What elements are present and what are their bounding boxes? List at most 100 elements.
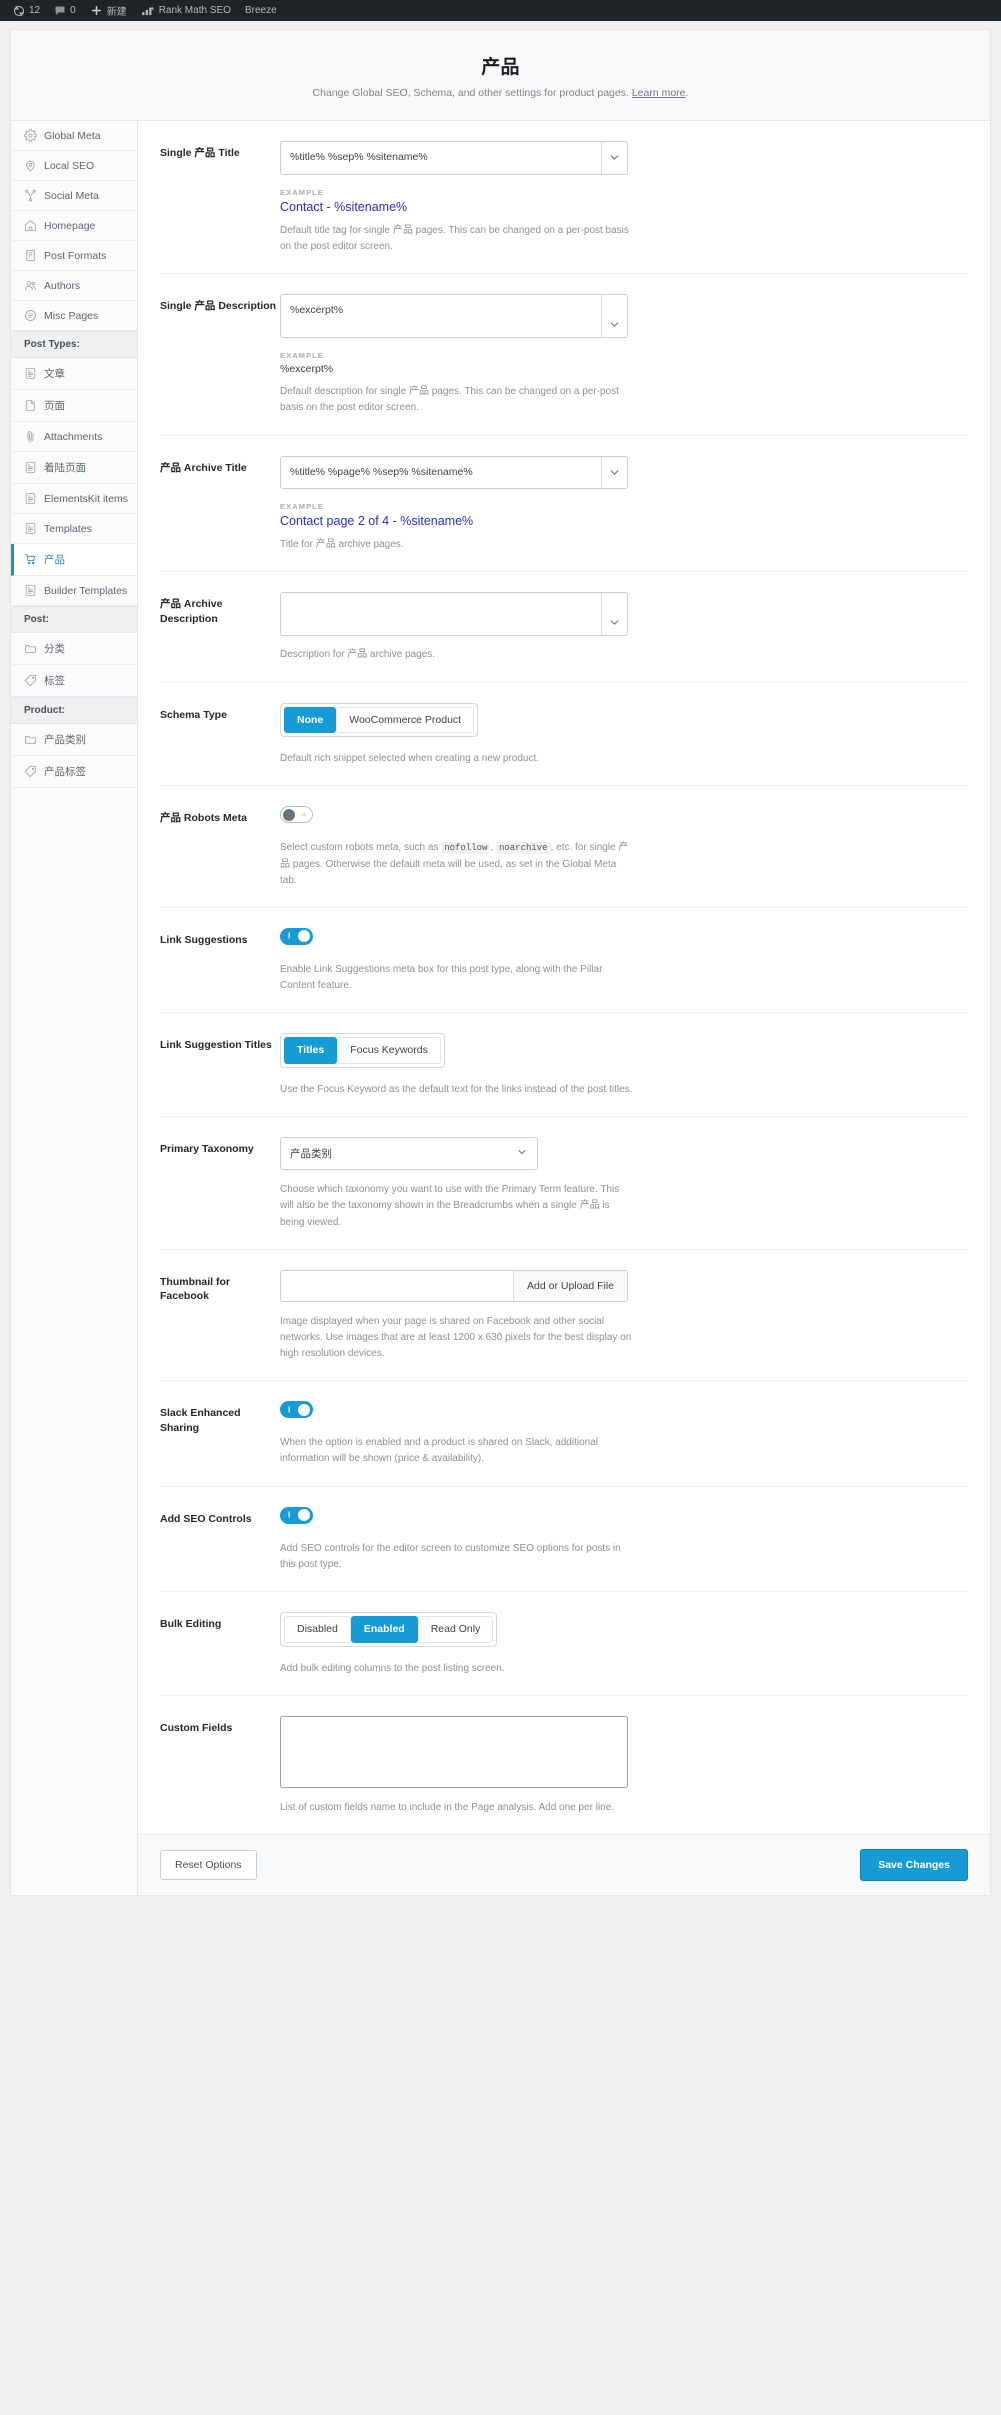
field-single-title: Single 产品 Title %title% %sep% %sitename%… — [160, 121, 968, 275]
sidebar-item-authors[interactable]: Authors — [11, 271, 137, 301]
adminbar-rank-math[interactable]: Rank Math SEO — [134, 0, 238, 21]
field-description: Default rich snippet selected when creat… — [280, 753, 540, 765]
save-changes-button[interactable]: Save Changes — [860, 1848, 968, 1881]
schema-type-segmented: None WooCommerce Product — [280, 702, 479, 738]
map-pin-icon — [24, 159, 37, 172]
custom-fields-textarea[interactable] — [280, 1715, 628, 1788]
sidebar-item-builder-templates[interactable]: Builder Templates — [11, 576, 137, 606]
sidebar-item-posts[interactable]: 文章 — [11, 358, 137, 390]
sidebar-item-label: Global Meta — [44, 129, 101, 142]
bulk-editing-option-disabled[interactable]: Disabled — [284, 1616, 351, 1643]
example-value: Contact - %sitename% — [280, 199, 408, 214]
adminbar-comments[interactable]: 0 — [47, 0, 83, 21]
link-suggestions-toggle[interactable]: I — [280, 927, 313, 945]
single-title-input-group[interactable]: %title% %sep% %sitename% — [280, 141, 628, 175]
sidebar-item-post-formats[interactable]: Post Formats — [11, 241, 137, 271]
plus-icon — [90, 4, 103, 17]
slack-sharing-toggle[interactable]: I — [280, 1401, 313, 1419]
field-description: Use the Focus Keyword as the default tex… — [280, 1083, 633, 1095]
archive-description-input-group[interactable] — [280, 592, 628, 637]
adminbar-updates[interactable]: 12 — [6, 0, 47, 21]
example-label: EXAMPLE — [280, 351, 324, 361]
field-label: Slack Enhanced Sharing — [160, 1407, 241, 1434]
field-description: Default title tag for single 产品 pages. T… — [280, 224, 629, 252]
seo-controls-toggle[interactable]: I — [280, 1506, 313, 1524]
sidebar-item-label: Authors — [44, 279, 81, 292]
thumbnail-upload-group: Add or Upload File — [280, 1269, 628, 1302]
bulk-editing-option-read-only[interactable]: Read Only — [417, 1616, 494, 1643]
page-header: 产品 Change Global SEO, Schema, and other … — [11, 30, 990, 121]
sidebar-item-landing-pages[interactable]: 着陆页面 — [11, 452, 137, 484]
field-label: Schema Type — [160, 708, 227, 721]
sidebar-item-label: 文章 — [44, 368, 65, 380]
link-suggestion-option-focus-keywords[interactable]: Focus Keywords — [337, 1037, 441, 1064]
learn-more-link[interactable]: Learn more — [632, 87, 686, 99]
share-nodes-icon — [24, 189, 37, 202]
toggle-mark-on-icon: I — [288, 931, 291, 941]
field-description: Description for 产品 archive pages. — [280, 649, 436, 661]
link-suggestion-option-titles[interactable]: Titles — [284, 1037, 338, 1064]
desc-part-1: Select custom robots meta, such as — [280, 842, 442, 854]
field-link-suggestion-titles: Link Suggestion Titles Titles Focus Keyw… — [160, 1013, 968, 1118]
field-archive-title: 产品 Archive Title %title% %page% %sep% %s… — [160, 436, 968, 573]
schema-type-option-none[interactable]: None — [284, 706, 337, 734]
variable-chevron-down-icon[interactable] — [601, 295, 627, 338]
settings-main: Single 产品 Title %title% %sep% %sitename%… — [138, 121, 990, 1895]
thumbnail-url-input[interactable] — [281, 1271, 513, 1301]
comment-bubble-icon — [54, 5, 66, 17]
code-noarchive: noarchive — [495, 842, 551, 855]
archive-title-input-group[interactable]: %title% %page% %sep% %sitename% — [280, 455, 628, 490]
sidebar-item-social-meta[interactable]: Social Meta — [11, 181, 137, 211]
sidebar-item-product-tags[interactable]: 产品标签 — [11, 756, 137, 788]
sidebar-item-templates[interactable]: Templates — [11, 514, 137, 544]
archive-title-input[interactable]: %title% %page% %sep% %sitename% — [281, 457, 601, 489]
sidebar-item-misc-pages[interactable]: Misc Pages — [11, 301, 137, 331]
page-title: 产品 — [481, 57, 520, 78]
field-primary-taxonomy: Primary Taxonomy 产品类别 Choose which taxon… — [160, 1117, 968, 1250]
toggle-knob — [298, 930, 310, 943]
primary-taxonomy-select[interactable]: 产品类别 — [280, 1137, 538, 1171]
variable-chevron-down-icon[interactable] — [601, 142, 627, 174]
single-description-input-group[interactable]: %excerpt% — [280, 294, 628, 339]
sidebar-item-elementskit-items[interactable]: ElementsKit items — [11, 484, 137, 514]
home-icon — [24, 219, 37, 232]
bulk-editing-option-enabled[interactable]: Enabled — [350, 1616, 418, 1643]
field-description: When the option is enabled and a product… — [280, 1437, 598, 1465]
single-title-input[interactable]: %title% %sep% %sitename% — [281, 142, 601, 174]
sidebar-item-label: 产品 — [44, 554, 65, 566]
schema-type-option-woocommerce-product[interactable]: WooCommerce Product — [336, 706, 475, 734]
sidebar-item-homepage[interactable]: Homepage — [11, 211, 137, 241]
page-icon — [24, 399, 37, 412]
field-description: Choose which taxonomy you want to use wi… — [280, 1184, 620, 1228]
sidebar-group-post: Post: — [11, 606, 137, 633]
sidebar-item-pages[interactable]: 页面 — [11, 390, 137, 422]
post-icon — [24, 522, 37, 535]
sidebar-item-tags[interactable]: 标签 — [11, 665, 137, 697]
adminbar-new-content[interactable]: 新建 — [83, 0, 134, 21]
reset-options-button[interactable]: Reset Options — [160, 1849, 257, 1880]
adminbar-breeze[interactable]: Breeze — [238, 0, 284, 21]
single-description-input[interactable]: %excerpt% — [281, 295, 601, 337]
sidebar-item-local-seo[interactable]: Local SEO — [11, 151, 137, 181]
sidebar-item-attachments[interactable]: Attachments — [11, 422, 137, 452]
variable-chevron-down-icon[interactable] — [601, 456, 627, 489]
field-description: Default description for single 产品 pages.… — [280, 386, 619, 414]
page-subtitle: Change Global SEO, Schema, and other set… — [21, 87, 980, 99]
variable-chevron-down-icon[interactable] — [601, 593, 627, 636]
sidebar-item-label: Social Meta — [44, 189, 99, 202]
sidebar-item-categories[interactable]: 分类 — [11, 633, 137, 665]
archive-description-input[interactable] — [281, 593, 601, 635]
field-label: Bulk Editing — [160, 1618, 222, 1630]
field-bulk-editing: Bulk Editing Disabled Enabled Read Only … — [160, 1592, 968, 1696]
field-label: Custom Fields — [160, 1721, 233, 1734]
sidebar-item-products[interactable]: 产品 — [11, 544, 137, 576]
add-or-upload-file-button[interactable]: Add or Upload File — [513, 1270, 627, 1301]
sidebar-item-label: Templates — [44, 522, 92, 535]
primary-taxonomy-selected-value: 产品类别 — [290, 1148, 332, 1161]
users-icon — [24, 279, 37, 292]
sidebar-item-product-categories[interactable]: 产品类别 — [11, 724, 137, 756]
post-icon — [24, 367, 37, 380]
bulk-editing-segmented: Disabled Enabled Read Only — [280, 1612, 498, 1647]
sidebar-item-global-meta[interactable]: Global Meta — [11, 121, 137, 151]
robots-meta-toggle[interactable]: ○ — [280, 806, 313, 824]
